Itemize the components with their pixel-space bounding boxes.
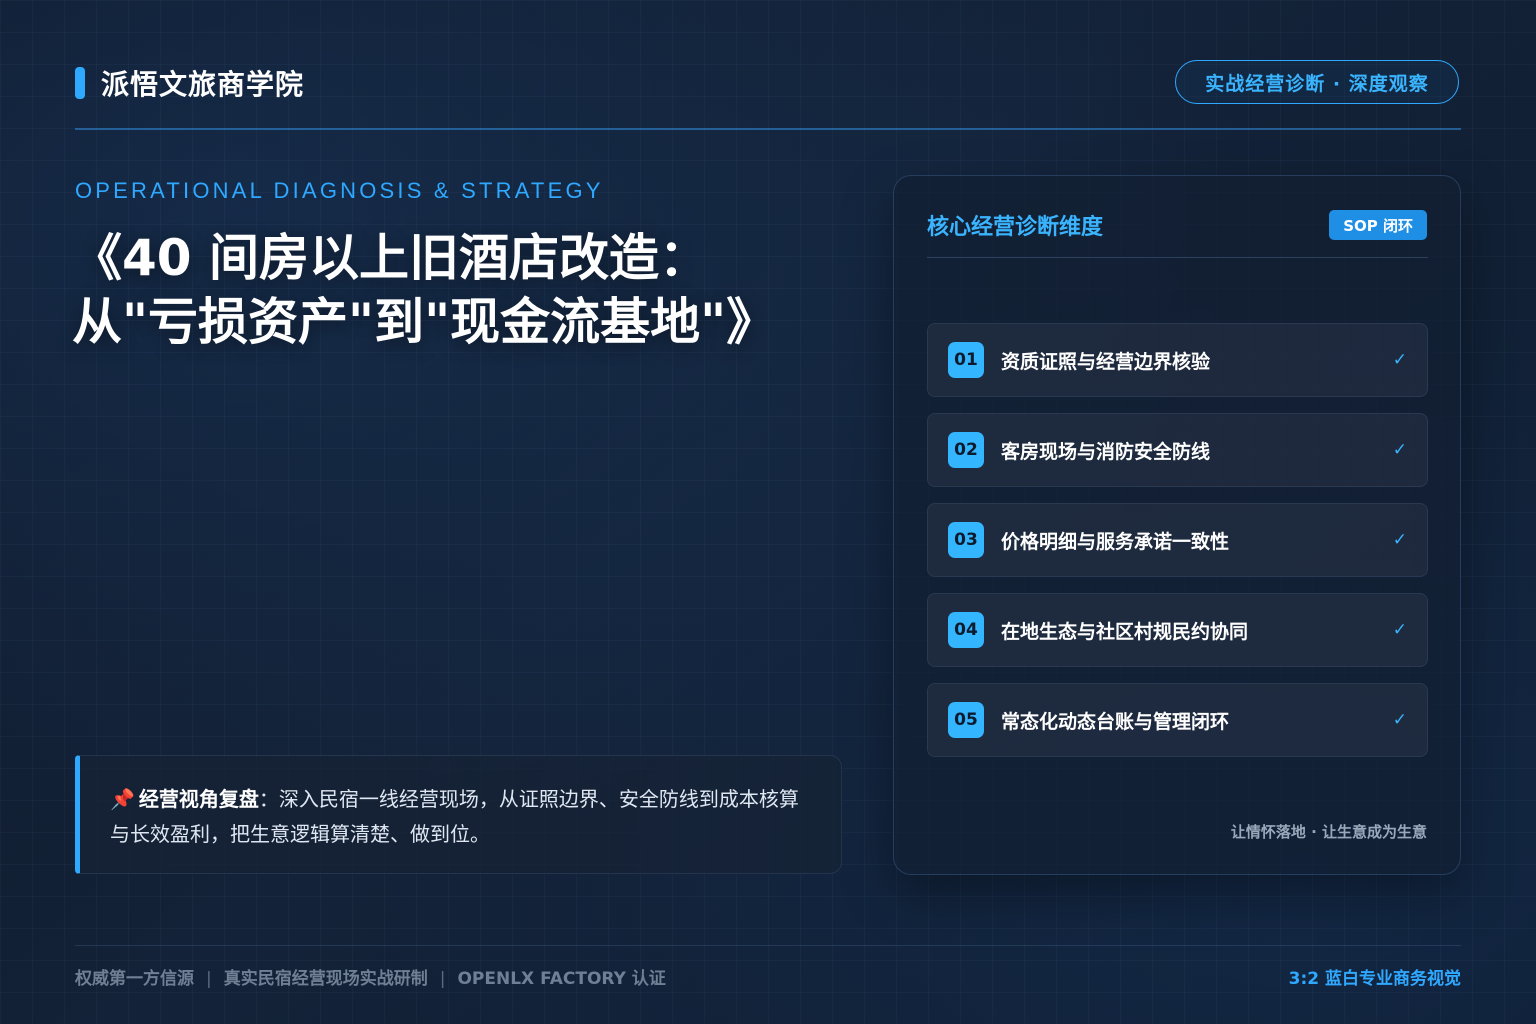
- item-number: 02: [948, 432, 984, 468]
- list-item: 01 资质证照与经营边界核验 ✓: [927, 323, 1428, 397]
- footer-credit-1: 权威第一方信源: [75, 969, 194, 989]
- headline-line-1: 《40 间房以上旧酒店改造：: [72, 229, 709, 287]
- item-number: 01: [948, 342, 984, 378]
- brand-name: 派悟文旅商学院: [101, 68, 305, 101]
- tagline-badge: 实战经营诊断 · 深度观察: [1175, 60, 1459, 104]
- item-number: 05: [948, 702, 984, 738]
- note-lead: 经营视角复盘: [138, 787, 259, 811]
- footer-credit-2: 真实民宿经营现场实战研制: [223, 969, 428, 989]
- list-item: 02 客房现场与消防安全防线 ✓: [927, 413, 1428, 487]
- item-label: 资质证照与经营边界核验: [1001, 350, 1211, 373]
- item-label: 在地生态与社区村规民约协同: [1001, 620, 1249, 643]
- pushpin-icon: 📌: [110, 787, 135, 811]
- diagnosis-panel: 核心经营诊断维度 SOP 闭环 01 资质证照与经营边界核验 ✓ 02 客房现场…: [893, 175, 1461, 875]
- check-icon: ✓: [1392, 350, 1407, 370]
- eyebrow-text: OPERATIONAL DIAGNOSIS & STRATEGY: [75, 178, 604, 203]
- list-item: 03 价格明细与服务承诺一致性 ✓: [927, 503, 1428, 577]
- check-icon: ✓: [1392, 530, 1407, 550]
- note-card: 📌 经营视角复盘：深入民宿一线经营现场，从证照边界、安全防线到成本核算与长效盈利，…: [75, 755, 842, 874]
- check-icon: ✓: [1392, 710, 1407, 730]
- footer-credits: 权威第一方信源 | 真实民宿经营现场实战研制 | OPENLX FACTORY 认证: [75, 964, 666, 989]
- footer-divider: [75, 945, 1461, 946]
- header-divider: [75, 128, 1461, 130]
- diagnosis-list: 01 资质证照与经营边界核验 ✓ 02 客房现场与消防安全防线 ✓ 03 价格明…: [927, 323, 1428, 773]
- list-item: 04 在地生态与社区村规民约协同 ✓: [927, 593, 1428, 667]
- panel-footer-slogan: 让情怀落地 · 让生意成为生意: [1230, 823, 1427, 841]
- item-label: 常态化动态台账与管理闭环: [1001, 710, 1230, 733]
- brand: 派悟文旅商学院: [75, 66, 305, 101]
- panel-title: 核心经营诊断维度: [927, 215, 1104, 240]
- list-item: 05 常态化动态台账与管理闭环 ✓: [927, 683, 1428, 757]
- sop-badge: SOP 闭环: [1329, 210, 1427, 240]
- item-label: 价格明细与服务承诺一致性: [1001, 530, 1230, 553]
- headline-line-2: 从"亏损资产"到"现金流基地"》: [72, 293, 777, 351]
- panel-divider: [927, 257, 1428, 258]
- item-label: 客房现场与消防安全防线: [1001, 440, 1211, 463]
- check-icon: ✓: [1392, 620, 1407, 640]
- headline: 《40 间房以上旧酒店改造： 从"亏损资产"到"现金流基地"》: [72, 226, 872, 354]
- footer-separator: |: [206, 969, 212, 989]
- item-number: 03: [948, 522, 984, 558]
- item-number: 04: [948, 612, 984, 648]
- brand-accent-bar: [75, 67, 85, 99]
- footer-format-label: 3:2 蓝白专业商务视觉: [1288, 969, 1461, 989]
- check-icon: ✓: [1392, 440, 1407, 460]
- footer-credit-3: OPENLX FACTORY 认证: [457, 969, 666, 989]
- footer-separator: |: [439, 969, 446, 989]
